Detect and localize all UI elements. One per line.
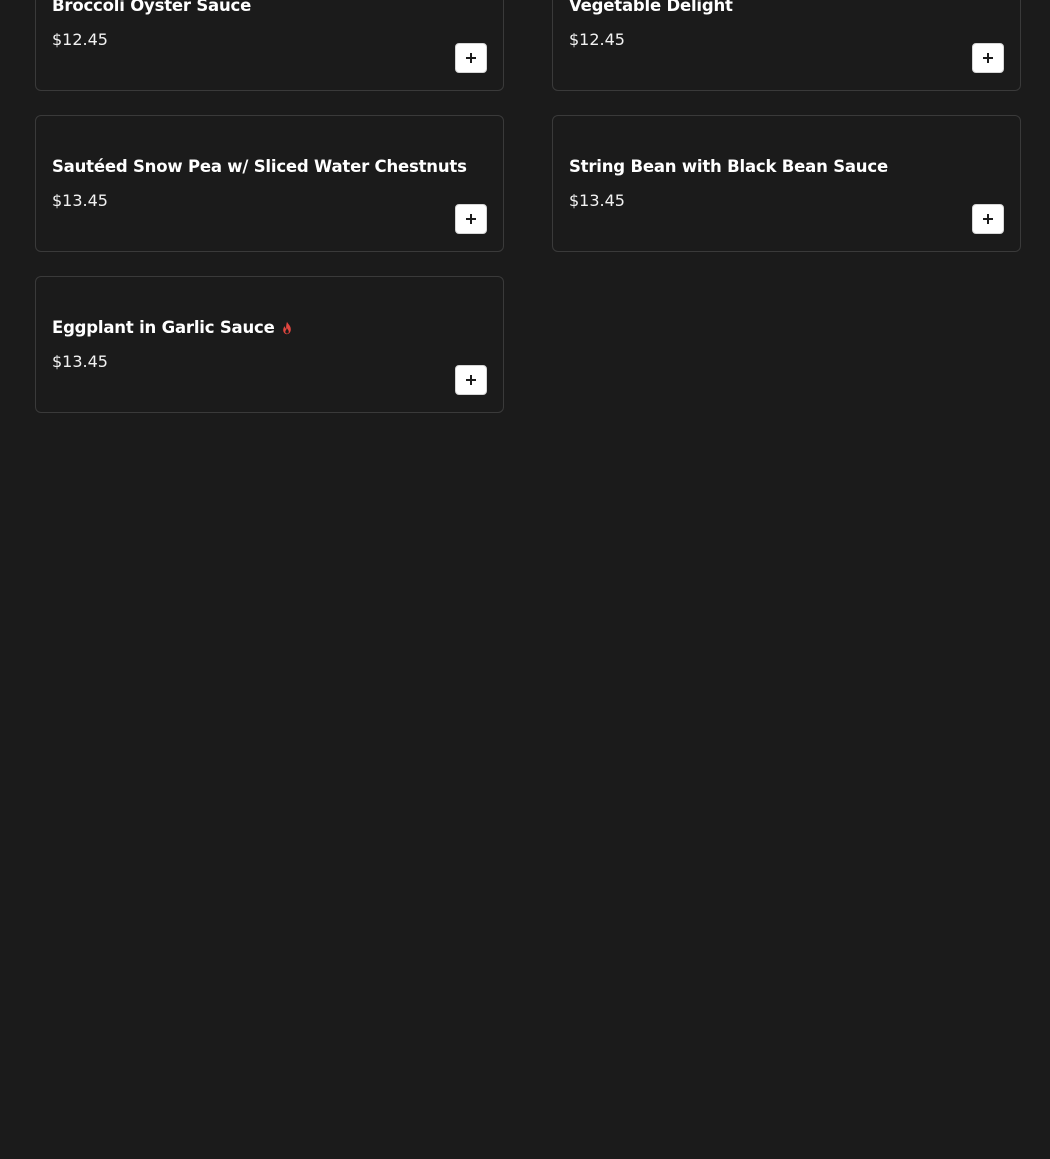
menu-item-card[interactable]: Eggplant in Garlic Sauce $13.45: [35, 276, 504, 413]
add-to-cart-button[interactable]: [972, 204, 1004, 234]
plus-icon: [466, 375, 476, 385]
menu-item-card[interactable]: Broccoli Oyster Sauce $12.45: [35, 0, 504, 91]
plus-icon: [466, 214, 476, 224]
flame-icon: [282, 321, 291, 334]
menu-item-price: $13.45: [52, 352, 108, 371]
menu-item-card[interactable]: Sautéed Snow Pea w/ Sliced Water Chestnu…: [35, 115, 504, 252]
add-to-cart-button[interactable]: [455, 204, 487, 234]
menu-item-name-text: Sautéed Snow Pea w/ Sliced Water Chestnu…: [52, 157, 467, 176]
menu-item-name: String Bean with Black Bean Sauce: [569, 157, 888, 176]
plus-icon: [983, 214, 993, 224]
plus-icon: [466, 53, 476, 63]
add-to-cart-button[interactable]: [455, 365, 487, 395]
menu-item-name-text: Broccoli Oyster Sauce: [52, 0, 252, 15]
menu-item-name: Broccoli Oyster Sauce: [52, 0, 251, 15]
menu-item-price: $12.45: [569, 30, 625, 49]
menu-item-card[interactable]: String Bean with Black Bean Sauce $13.45: [552, 115, 1021, 252]
menu-item-price: $13.45: [52, 191, 108, 210]
plus-icon: [983, 53, 993, 63]
add-to-cart-button[interactable]: [972, 43, 1004, 73]
menu-item-price: $13.45: [569, 191, 625, 210]
add-to-cart-button[interactable]: [455, 43, 487, 73]
menu-item-name-text: String Bean with Black Bean Sauce: [569, 157, 888, 176]
menu-item-name: Sautéed Snow Pea w/ Sliced Water Chestnu…: [52, 157, 467, 176]
menu-item-price: $12.45: [52, 30, 108, 49]
menu-item-grid: Broccoli Oyster Sauce $12.45 Vegetable D…: [35, 0, 1021, 413]
menu-item-name-text: Vegetable Delight: [569, 0, 733, 15]
menu-item-name-text: Eggplant in Garlic Sauce: [52, 318, 275, 337]
menu-item-name: Eggplant in Garlic Sauce: [52, 318, 294, 337]
menu-item-card[interactable]: Vegetable Delight $12.45: [552, 0, 1021, 91]
menu-item-name: Vegetable Delight: [569, 0, 733, 15]
